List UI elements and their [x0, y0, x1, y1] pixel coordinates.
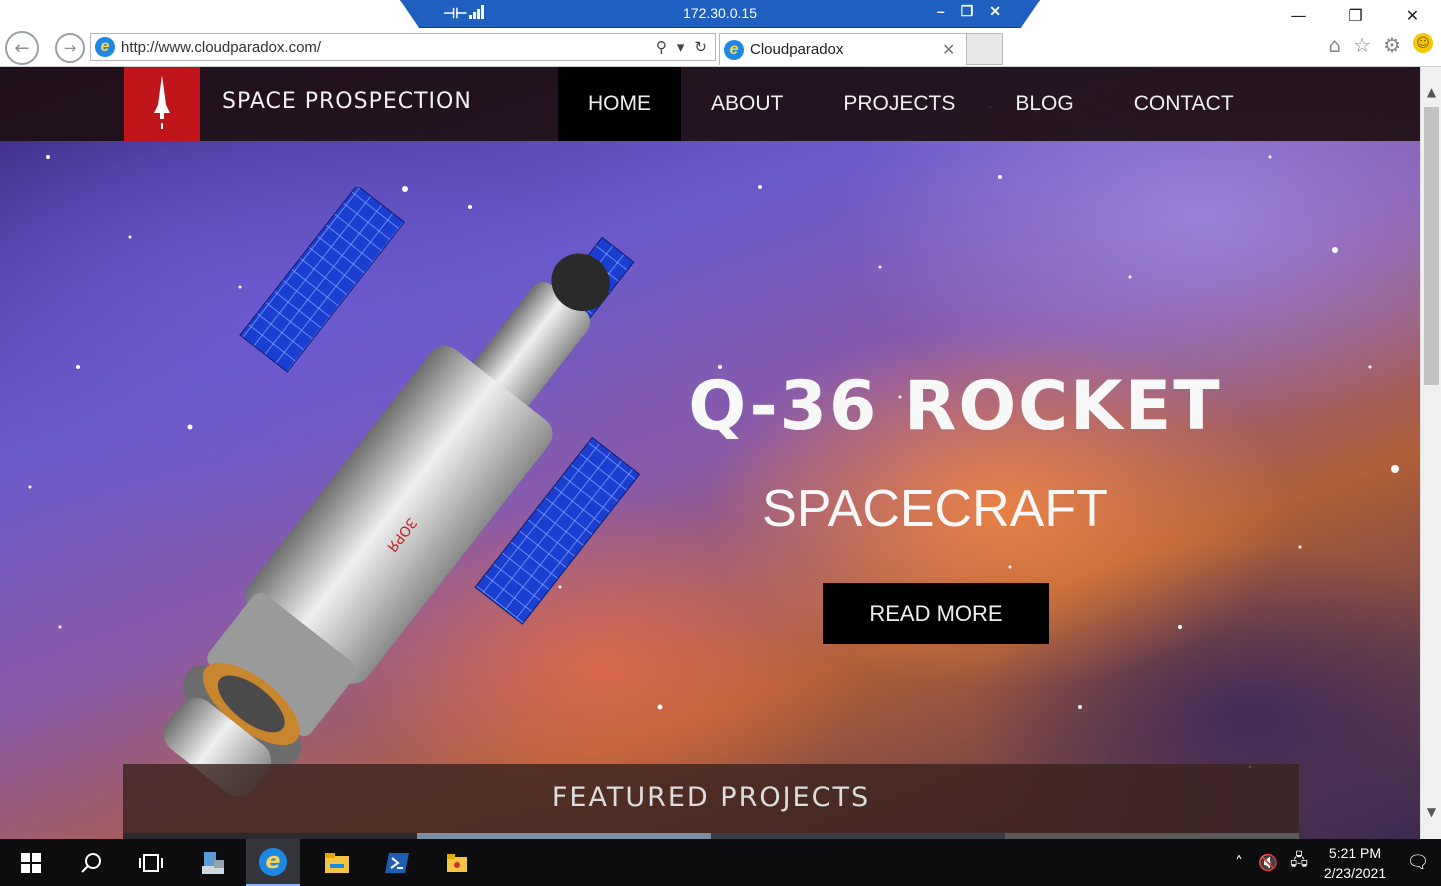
- rdp-minimize-icon[interactable]: –: [937, 3, 945, 20]
- site-brand-name[interactable]: SPACE PROSPECTION: [222, 89, 472, 114]
- site-navbar: SPACE PROSPECTION HOME ABOUT PROJECTS BL…: [0, 67, 1420, 141]
- server-manager-icon: [202, 851, 224, 874]
- app-icon: [447, 853, 467, 872]
- hero-subtitle: SPACECRAFT: [762, 480, 1108, 538]
- internet-explorer-taskbar-button[interactable]: e: [246, 839, 300, 886]
- screen: ⊣⊢ 172.30.0.15 – ❐ ✕ — ❐ ✕ ← → e http://…: [0, 0, 1441, 886]
- tab-favicon-icon: e: [724, 39, 744, 60]
- nav-blog[interactable]: BLOG: [985, 67, 1103, 141]
- dropdown-icon[interactable]: ▾: [677, 38, 685, 56]
- powershell-button[interactable]: [370, 839, 424, 886]
- search-button[interactable]: [64, 839, 118, 886]
- nav-about[interactable]: ABOUT: [681, 67, 813, 141]
- file-explorer-icon: [325, 852, 349, 873]
- nav-projects[interactable]: PROJECTS: [813, 67, 985, 141]
- nav-contact[interactable]: CONTACT: [1104, 67, 1264, 141]
- scroll-up-icon[interactable]: ▲: [1421, 81, 1441, 103]
- search-icon[interactable]: ⚲: [656, 38, 667, 56]
- space-station-image: ЗОРЯ: [163, 187, 641, 797]
- browser-toolbar-right: ⌂ ☆ ⚙ ☺: [1328, 33, 1433, 57]
- system-tray: ˄ 🔇 🖧 5:21 PM 2/23/2021 🗨: [1225, 839, 1441, 886]
- url-text[interactable]: http://www.cloudparadox.com/: [121, 39, 656, 56]
- home-icon[interactable]: ⌂: [1328, 33, 1341, 57]
- close-icon[interactable]: ✕: [1384, 0, 1441, 30]
- notifications-icon[interactable]: 🗨: [1395, 852, 1441, 873]
- vertical-scrollbar[interactable]: ▲ ▼: [1420, 67, 1441, 839]
- task-view-icon: [139, 853, 163, 872]
- hero-title: Q-36 ROCKET: [688, 367, 1222, 446]
- windows-start-icon: [21, 852, 41, 873]
- refresh-icon[interactable]: ↻: [694, 38, 707, 56]
- rdp-restore-icon[interactable]: ❐: [961, 3, 974, 20]
- search-icon: [81, 852, 101, 873]
- favorites-star-icon[interactable]: ☆: [1353, 33, 1371, 57]
- system-clock[interactable]: 5:21 PM 2/23/2021: [1315, 843, 1395, 883]
- network-icon[interactable]: 🖧: [1283, 849, 1315, 876]
- show-hidden-icons-icon[interactable]: ˄: [1225, 853, 1253, 872]
- read-more-button[interactable]: READ MORE: [823, 583, 1049, 644]
- feedback-smiley-icon[interactable]: ☺: [1413, 33, 1433, 53]
- featured-projects-heading: FEATURED PROJECTS: [551, 782, 871, 813]
- tab-close-icon[interactable]: ✕: [942, 40, 966, 60]
- file-explorer-button[interactable]: [310, 839, 364, 886]
- tab-title: Cloudparadox: [750, 41, 844, 58]
- forward-button[interactable]: →: [55, 33, 85, 63]
- featured-projects-section: FEATURED PROJECTS: [123, 764, 1299, 839]
- volume-muted-icon[interactable]: 🔇: [1253, 853, 1283, 872]
- back-button[interactable]: ←: [5, 31, 39, 65]
- internet-explorer-icon: e: [259, 847, 287, 876]
- remote-desktop-bar: ⊣⊢ 172.30.0.15 – ❐ ✕: [400, 0, 1040, 28]
- webpage-viewport: SPACE PROSPECTION HOME ABOUT PROJECTS BL…: [0, 67, 1420, 839]
- clock-time: 5:21 PM: [1328, 844, 1382, 861]
- arrow-right-icon: →: [63, 39, 77, 57]
- start-button[interactable]: [4, 839, 58, 886]
- scroll-down-icon[interactable]: ▼: [1421, 801, 1441, 823]
- browser-tab[interactable]: e Cloudparadox ✕: [719, 33, 967, 65]
- powershell-icon: [385, 852, 409, 873]
- new-tab-button[interactable]: [967, 33, 1003, 65]
- settings-gear-icon[interactable]: ⚙: [1383, 33, 1401, 57]
- clock-date: 2/23/2021: [1323, 864, 1387, 881]
- window-controls: — ❐ ✕: [1270, 0, 1441, 30]
- minimize-icon[interactable]: —: [1270, 0, 1327, 30]
- browser-chrome: ⊣⊢ 172.30.0.15 – ❐ ✕ — ❐ ✕ ← → e http://…: [0, 0, 1441, 67]
- server-manager-button[interactable]: [186, 839, 240, 886]
- task-view-button[interactable]: [124, 839, 178, 886]
- windows-taskbar: e ˄ 🔇 🖧 5:21 PM 2/23/2021 🗨: [0, 839, 1441, 886]
- arrow-left-icon: ←: [14, 37, 30, 59]
- site-menu: HOME ABOUT PROJECTS BLOG CONTACT: [558, 67, 1264, 141]
- internet-explorer-icon: e: [95, 37, 115, 57]
- rocket-logo-icon: [154, 75, 170, 129]
- restore-icon[interactable]: ❐: [1327, 0, 1384, 30]
- rdp-close-icon[interactable]: ✕: [989, 3, 1001, 20]
- site-logo[interactable]: [124, 67, 200, 141]
- app-button[interactable]: [430, 839, 484, 886]
- scrollbar-thumb[interactable]: [1424, 107, 1439, 385]
- address-bar[interactable]: e http://www.cloudparadox.com/ ⚲ ▾ ↻: [90, 33, 716, 61]
- nav-home[interactable]: HOME: [558, 67, 681, 141]
